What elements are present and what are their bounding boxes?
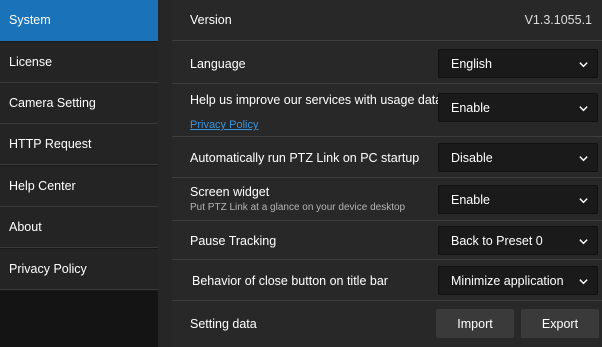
- sidebar-item-label: Privacy Policy: [9, 262, 87, 276]
- setting-data-row: Setting data Import Export: [172, 302, 602, 347]
- settings-panel: Version V1.3.1055.1 Language English Hel…: [172, 0, 602, 347]
- import-button[interactable]: Import: [436, 309, 514, 338]
- pause-tracking-row: Pause Tracking Back to Preset 0: [172, 222, 602, 260]
- auto-run-select-value: Disable: [451, 150, 493, 165]
- usage-data-select-value: Enable: [451, 100, 490, 115]
- language-row: Language English: [172, 42, 602, 84]
- pause-tracking-select-value: Back to Preset 0: [451, 233, 543, 248]
- chevron-down-icon: [579, 279, 588, 285]
- setting-data-label: Setting data: [190, 317, 257, 331]
- auto-run-label: Automatically run PTZ Link on PC startup: [190, 151, 420, 165]
- sidebar-item-license[interactable]: License: [0, 42, 158, 83]
- chevron-down-icon: [579, 62, 588, 68]
- chevron-down-icon: [579, 156, 588, 162]
- sidebar-item-label: HTTP Request: [9, 137, 92, 151]
- screen-widget-select-value: Enable: [451, 192, 490, 207]
- pause-tracking-label: Pause Tracking: [190, 234, 277, 248]
- sidebar-item-camera-setting[interactable]: Camera Setting: [0, 83, 158, 124]
- usage-data-label: Help us improve our services with usage …: [190, 93, 443, 107]
- usage-data-select[interactable]: Enable: [438, 93, 598, 122]
- close-behavior-label: Behavior of close button on title bar: [192, 274, 388, 288]
- sidebar-item-label: Camera Setting: [9, 96, 96, 110]
- sidebar-item-label: System: [9, 13, 51, 27]
- screen-widget-row: Screen widget Put PTZ Link at a glance o…: [172, 179, 602, 221]
- usage-data-row: Help us improve our services with usage …: [172, 85, 602, 137]
- version-value: V1.3.1055.1: [524, 13, 592, 27]
- screen-widget-description: Put PTZ Link at a glance on your device …: [190, 202, 406, 213]
- export-button[interactable]: Export: [521, 309, 599, 338]
- sidebar-item-privacy-policy[interactable]: Privacy Policy: [0, 249, 158, 290]
- version-row: Version V1.3.1055.1: [172, 0, 602, 41]
- screen-widget-label: Screen widget: [190, 185, 270, 199]
- auto-run-row: Automatically run PTZ Link on PC startup…: [172, 138, 602, 178]
- close-behavior-row: Behavior of close button on title bar Mi…: [172, 261, 602, 301]
- language-label: Language: [190, 57, 246, 71]
- sidebar-empty-area: [0, 291, 158, 347]
- sidebar-item-about[interactable]: About: [0, 207, 158, 248]
- pause-tracking-select[interactable]: Back to Preset 0: [438, 226, 598, 255]
- sidebar-item-http-request[interactable]: HTTP Request: [0, 124, 158, 165]
- sidebar-item-label: Help Center: [9, 179, 76, 193]
- sidebar-item-label: About: [9, 220, 42, 234]
- sidebar-item-help-center[interactable]: Help Center: [0, 166, 158, 207]
- close-behavior-select[interactable]: Minimize application: [438, 266, 598, 295]
- sidebar-item-label: License: [9, 55, 53, 69]
- chevron-down-icon: [579, 106, 588, 112]
- language-select[interactable]: English: [438, 49, 598, 78]
- sidebar-item-system[interactable]: System: [0, 0, 158, 41]
- language-select-value: English: [451, 56, 492, 71]
- chevron-down-icon: [579, 198, 588, 204]
- settings-window: System License Camera Setting HTTP Reque…: [0, 0, 602, 347]
- privacy-policy-link[interactable]: Privacy Policy: [190, 119, 258, 131]
- chevron-down-icon: [579, 239, 588, 245]
- sidebar: System License Camera Setting HTTP Reque…: [0, 0, 158, 347]
- auto-run-select[interactable]: Disable: [438, 143, 598, 172]
- version-label: Version: [190, 13, 232, 27]
- screen-widget-select[interactable]: Enable: [438, 185, 598, 214]
- close-behavior-select-value: Minimize application: [451, 273, 564, 288]
